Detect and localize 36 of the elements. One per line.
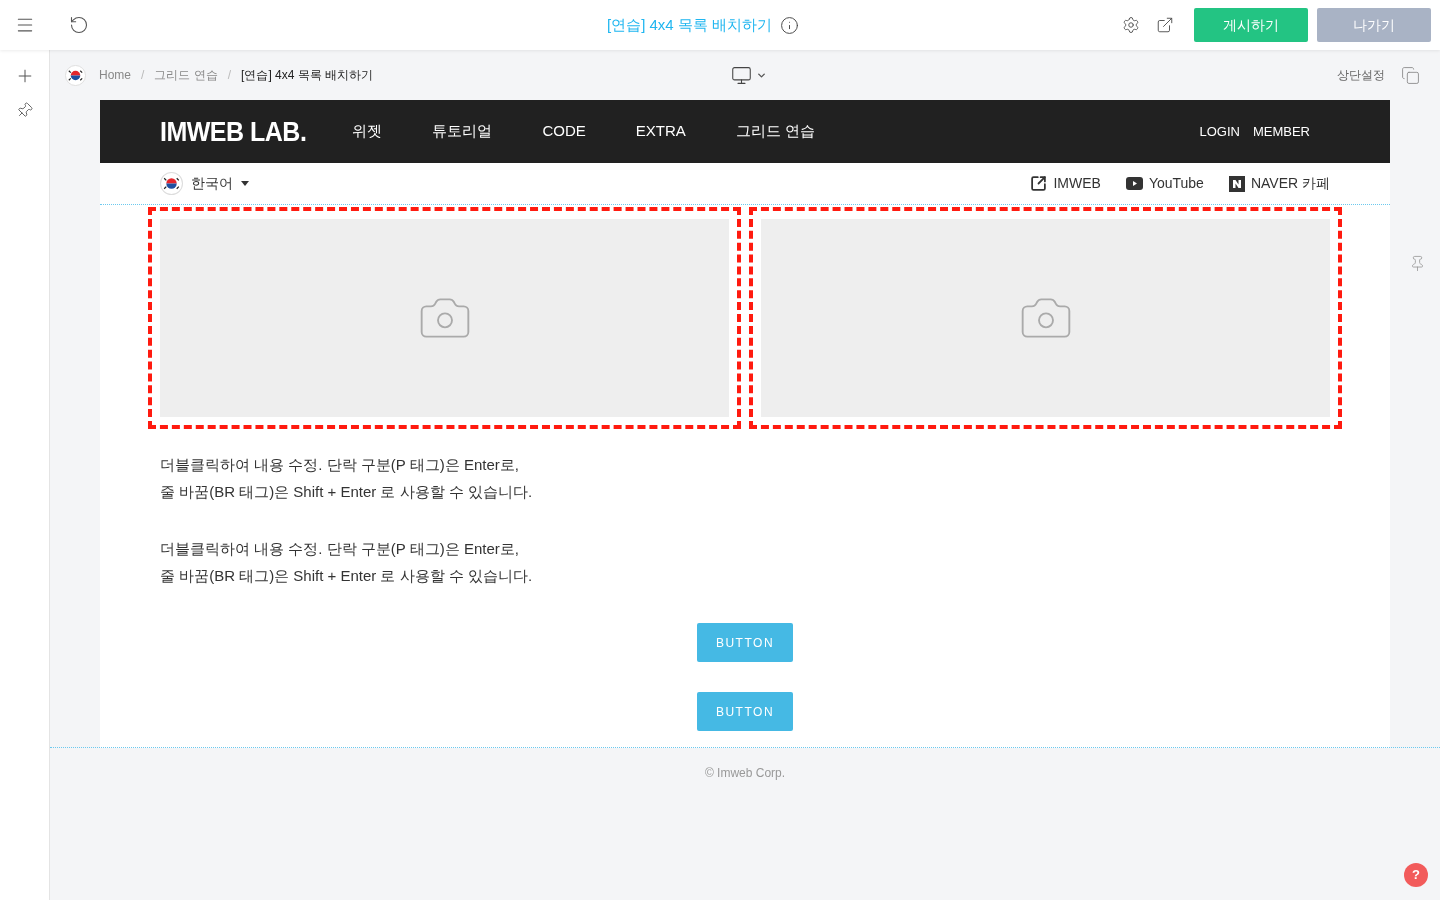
site-logo[interactable]: IMWEB LAB.	[160, 110, 307, 153]
account-link[interactable]: LOGIN	[1199, 121, 1240, 142]
breadcrumb-separator: /	[141, 67, 145, 84]
paragraph-line: 줄 바꿈(BR 태그)은 Shift + Enter 로 사용할 수 있습니다.	[160, 566, 534, 586]
flag-icon	[160, 172, 183, 195]
image-placeholder[interactable]	[148, 207, 741, 429]
header-settings-link[interactable]: 상단설정	[1337, 66, 1385, 84]
breadcrumb-separator: /	[227, 67, 232, 84]
breadcrumb-item: [연습] 4x4 목록 배치하기	[241, 67, 374, 84]
paragraph-line: 더블클릭하여 내용 수정. 단락 구분(P 태그)은 Enter로,	[160, 455, 520, 475]
external-link-icon[interactable]	[1156, 16, 1174, 34]
external-link-icon	[1030, 175, 1048, 192]
copy-icon[interactable]	[1401, 65, 1420, 85]
social-link[interactable]: IMWEB	[1030, 173, 1101, 194]
monitor-icon[interactable]	[731, 64, 752, 86]
n-logo-icon	[1228, 175, 1245, 192]
nav-item[interactable]: 그리드 연습	[727, 120, 823, 143]
play-icon	[1125, 177, 1143, 190]
settings-icon[interactable]	[1122, 16, 1140, 34]
image-placeholder[interactable]	[749, 207, 1342, 429]
account-link[interactable]: MEMBER	[1252, 121, 1310, 142]
page-title: [연습] 4x4 목록 배치하기	[607, 14, 772, 35]
caret-icon	[241, 181, 249, 186]
social-link[interactable]: NAVER 카페	[1228, 173, 1330, 194]
paragraph-line: 줄 바꿈(BR 태그)은 Shift + Enter 로 사용할 수 있습니다.	[160, 482, 534, 502]
nav-item[interactable]: 위젯	[344, 120, 391, 143]
info-icon[interactable]	[780, 15, 799, 35]
paragraph-line: 더블클릭하여 내용 수정. 단락 구분(P 태그)은 Enter로,	[160, 539, 520, 559]
language-select[interactable]: 한국어	[191, 173, 249, 194]
nav-item[interactable]: 튜토리얼	[424, 120, 501, 143]
social-link[interactable]: YouTube	[1125, 173, 1204, 194]
nav-item[interactable]: EXTRA	[627, 120, 694, 143]
undo-icon[interactable]	[69, 15, 89, 35]
nav-item[interactable]: CODE	[534, 120, 594, 143]
flag-icon	[65, 64, 86, 86]
copyright-text: © Imweb Corp.	[703, 765, 787, 782]
